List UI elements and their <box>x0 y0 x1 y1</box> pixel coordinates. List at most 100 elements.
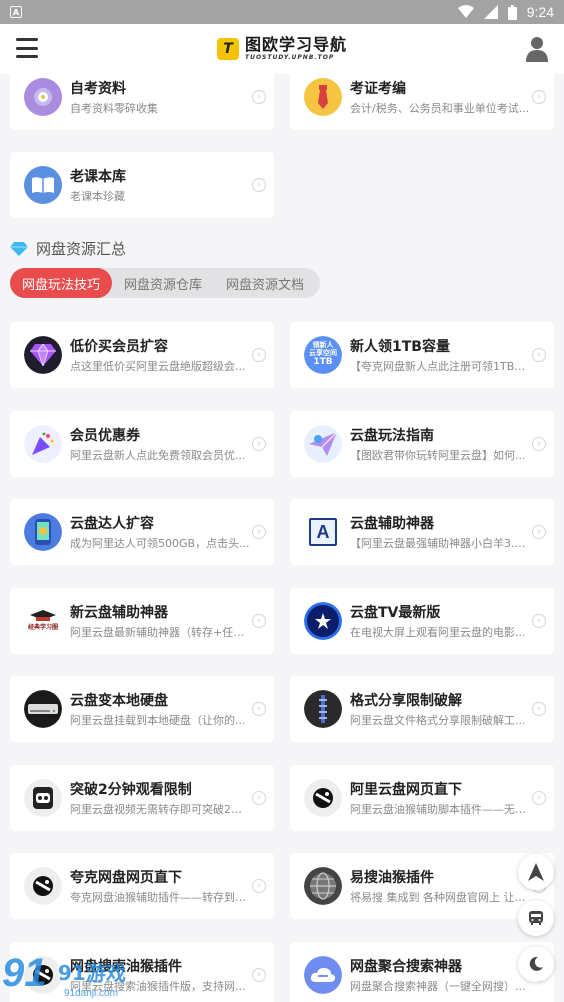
logo-subtitle: TUOSTUDY.UPNB.TOP <box>244 54 335 61</box>
logo-mark: T <box>216 38 239 60</box>
card-title: 云盘TV最新版 <box>350 604 441 621</box>
resource-card[interactable]: 领新人 云享空间 1TB 新人领1TB容量【夸克网盘新人点此注册可领1TB容... › <box>290 322 554 388</box>
chevron-right-icon: › <box>252 525 266 539</box>
card-old-textbook[interactable]: 老课本库 老课本珍藏 › <box>10 152 274 218</box>
diamond-icon <box>10 241 28 256</box>
theme-toggle-button[interactable] <box>518 946 554 982</box>
cloud-1tb-icon: 领新人 云享空间 1TB <box>304 336 342 374</box>
card-title: 云盘变本地硬盘 <box>70 693 168 709</box>
logo-title: 图欧学习导航 <box>244 35 347 54</box>
card-title: 云盘辅助神器 <box>350 516 434 532</box>
section-title: 网盘资源汇总 <box>36 240 127 258</box>
globe-icon <box>304 867 342 905</box>
gear-flower-icon <box>24 78 62 116</box>
watermark-text: 91游戏 <box>58 961 126 985</box>
chevron-right-icon: › <box>532 90 546 104</box>
resource-card[interactable]: 易搜油猴插件将易搜 集成到 各种网盘官网上 让搜...› <box>290 853 554 919</box>
card-desc: 会计/税务、公务员和事业单位考试... <box>350 102 530 115</box>
card-desc: 自考资料零碎收集 <box>70 102 158 115</box>
card-desc: 阿里云盘油猴辅助脚本插件——无需... <box>350 802 530 816</box>
book-icon <box>24 166 62 204</box>
chevron-right-icon: › <box>252 967 266 982</box>
card-title: 新云盘辅助神器 <box>70 604 168 621</box>
card-desc: 阿里云盘挂载到本地硬盘（让你的... <box>70 714 246 727</box>
resource-card[interactable]: 云盘TV最新版在电视大屏上观看阿里云盘的电影... › <box>290 587 554 654</box>
chevron-right-icon: › <box>532 348 546 362</box>
resource-card[interactable]: 低价买会员扩容点这里低价买阿里云盘绝版超级会... › <box>10 322 274 388</box>
chevron-right-icon: › <box>252 702 266 716</box>
resource-card[interactable]: A 云盘辅助神器 【阿里云盘最强辅助神器小白羊3.9... › <box>290 499 554 565</box>
card-title: 低价买会员扩容 <box>70 339 168 355</box>
card-desc: 成为阿里达人可领500GB，点击头... <box>70 537 250 550</box>
resource-card[interactable]: 阿里云盘网页直下 阿里云盘油猴辅助脚本插件——无需... › <box>290 764 554 831</box>
card-desc: 【夸克网盘新人点此注册可领1TB容... <box>350 360 530 373</box>
svg-text:91: 91 <box>2 951 47 995</box>
tie-icon <box>304 78 342 116</box>
card-title: 老课本库 <box>70 169 126 185</box>
bus-icon <box>529 911 543 925</box>
user-icon[interactable] <box>526 36 548 62</box>
card-title: 会员优惠券 <box>70 427 140 444</box>
resource-card[interactable]: 云盘玩法指南 【图欧君带你玩转阿里云盘】如何... › <box>290 410 554 477</box>
card-desc: 阿里云盘视频无需转存即可突破2分... <box>70 802 250 816</box>
chevron-right-icon: › <box>252 436 266 451</box>
resource-card[interactable]: 夸克网盘网页直下 夸克网盘油猴辅助插件——转存到自... › <box>10 853 274 919</box>
card-desc: 网盘聚合搜索神器（一键全网搜）... <box>350 979 526 993</box>
paper-plane-icon <box>304 424 342 463</box>
card-desc: 老课本珍藏 <box>70 190 125 203</box>
card-desc: 阿里云盘最新辅助神器（转存+任务... <box>70 625 250 639</box>
resource-card[interactable]: 云盘变本地硬盘阿里云盘挂载到本地硬盘（让你的... › <box>10 676 274 742</box>
zipper-icon <box>304 690 342 728</box>
resource-card[interactable]: 突破2分钟观看限制 阿里云盘视频无需转存即可突破2分... › <box>10 764 274 831</box>
tampermonkey-icon <box>304 778 342 817</box>
card-title: 自考资料 <box>70 81 126 97</box>
resource-card[interactable]: 云盘达人扩容成为阿里达人可领500GB，点击头... › <box>10 499 274 565</box>
status-bar: A 9:24 <box>0 0 564 24</box>
tab-netdisk-docs[interactable]: 网盘资源文档 <box>214 268 316 298</box>
chevron-right-icon: › <box>252 790 266 805</box>
card-desc: 【阿里云盘最强辅助神器小白羊3.9... <box>350 537 530 550</box>
card-desc: 在电视大屏上观看阿里云盘的电影... <box>350 625 526 639</box>
card-title: 云盘达人扩容 <box>70 516 154 532</box>
resource-card[interactable]: 网盘聚合搜索神器网盘聚合搜索神器（一键全网搜）...› <box>290 941 554 1002</box>
notification-icon: A <box>10 6 22 18</box>
card-title: 网盘聚合搜索神器 <box>350 958 462 975</box>
menu-icon[interactable] <box>16 38 38 58</box>
card-title: 考证考编 <box>350 81 406 97</box>
watermark-logo: 91 91游戏 91danji.com <box>0 946 150 1002</box>
graduation-logo-icon: 经典学习圈 <box>24 601 62 640</box>
card-exam[interactable]: 考证考编 会计/税务、公务员和事业单位考试... › <box>290 64 554 130</box>
chevron-right-icon: › <box>252 178 266 192</box>
watermark-sub: 91danji.com <box>64 988 118 999</box>
tampermonkey-icon <box>24 867 62 905</box>
chevron-right-icon: › <box>252 613 266 628</box>
card-desc: 夸克网盘油猴辅助插件——转存到自... <box>70 891 250 904</box>
chevron-right-icon: › <box>532 702 546 716</box>
resource-card[interactable]: 经典学习圈 新云盘辅助神器阿里云盘最新辅助神器（转存+任务... › <box>10 587 274 654</box>
moon-icon <box>529 956 543 971</box>
chevron-right-icon: › <box>532 613 546 628</box>
bus-button[interactable] <box>518 900 554 936</box>
resource-card[interactable]: 格式分享限制破解 阿里云盘文件格式分享限制破解工... › <box>290 676 554 742</box>
purple-gem-icon <box>24 336 62 374</box>
card-desc: 点这里低价买阿里云盘绝版超级会... <box>70 360 246 373</box>
signal-icon <box>483 5 498 19</box>
card-self-study[interactable]: 自考资料 自考资料零碎收集 › <box>10 64 274 130</box>
resource-card[interactable]: 会员优惠券阿里云盘新人点此免费领取会员优... › <box>10 410 274 477</box>
card-title: 阿里云盘网页直下 <box>350 781 462 798</box>
app-logo[interactable]: T 图欧学习导航 TUOSTUDY.UPNB.TOP <box>216 35 347 61</box>
navigation-arrow-icon <box>528 863 544 881</box>
tab-netdisk-repo[interactable]: 网盘资源仓库 <box>112 268 214 298</box>
chevron-right-icon: › <box>252 90 266 104</box>
card-title: 云盘玩法指南 <box>350 427 434 444</box>
card-desc: 将易搜 集成到 各种网盘官网上 让搜... <box>350 891 530 904</box>
card-title: 新人领1TB容量 <box>350 339 450 355</box>
card-desc: 阿里云盘新人点此免费领取会员优... <box>70 448 246 462</box>
clock: 9:24 <box>526 4 554 20</box>
chevron-right-icon: › <box>252 348 266 362</box>
letter-a-icon: A <box>304 513 342 551</box>
hard-drive-icon <box>24 690 62 728</box>
party-popper-icon <box>24 424 62 463</box>
tab-netdisk-tips[interactable]: 网盘玩法技巧 <box>10 268 113 298</box>
scroll-top-button[interactable] <box>518 854 554 890</box>
